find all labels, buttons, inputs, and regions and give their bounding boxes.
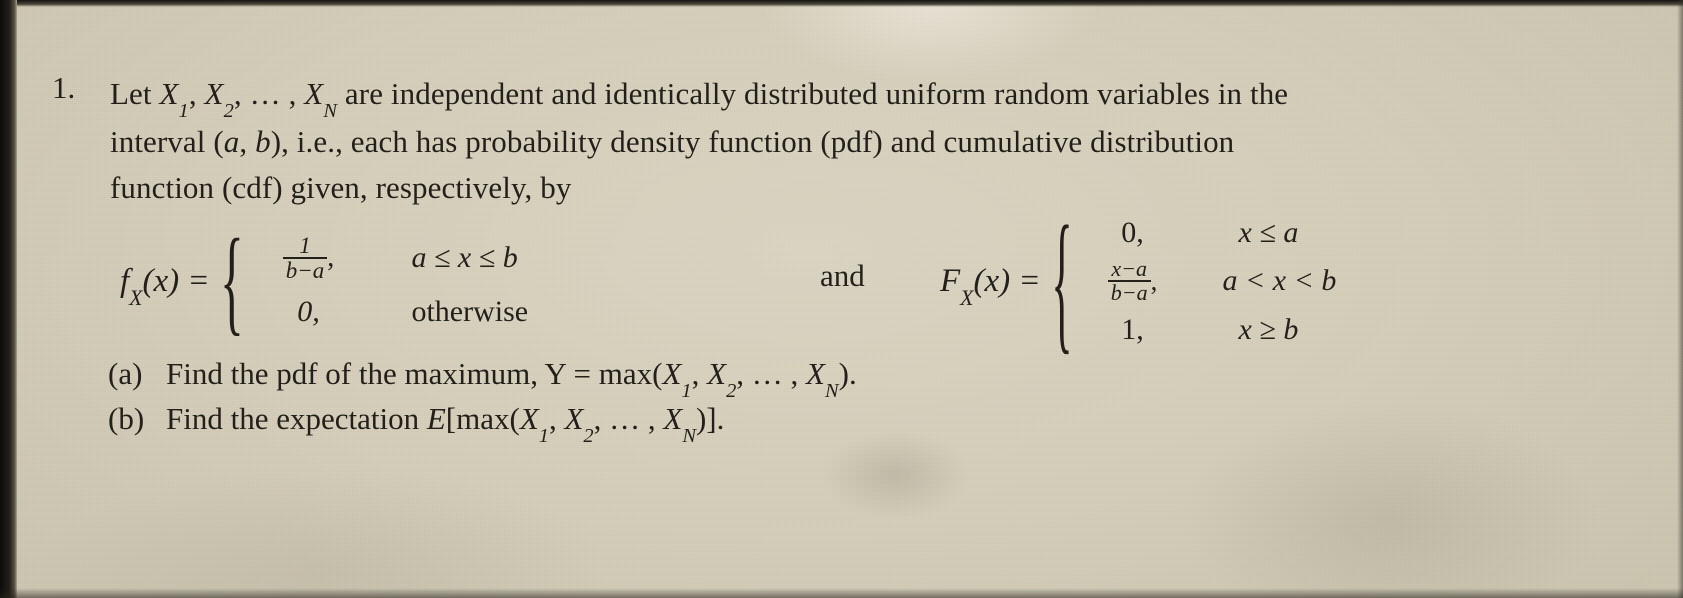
variable-x2: X: [204, 76, 224, 111]
photo-page: 1. Let X1, X2, … , XN are independent an…: [0, 0, 1683, 598]
subquestion-b: (b) Find the expectation E[max(X1, X2, … …: [108, 401, 725, 446]
variable-x2: X: [564, 401, 584, 436]
fraction-numerator: 1: [299, 233, 311, 258]
ellipsis: , … ,: [593, 401, 664, 436]
subscript-2: 2: [726, 379, 737, 402]
photo-edge-left: [0, 0, 17, 598]
fraction-one-over-b-minus-a: 1 b−a: [282, 233, 328, 283]
subquestion-a-label: (a): [108, 356, 143, 391]
cdf-case-comma-2: ,: [1150, 265, 1158, 296]
variable-b: b: [255, 124, 271, 159]
photo-edge-bottom: [0, 588, 1683, 598]
expectation-operator: E: [426, 401, 446, 436]
subquestion-a: (a) Find the pdf of the maximum, Y = max(…: [108, 356, 857, 401]
pdf-case-comma-1: ,: [327, 242, 335, 274]
problem-statement-line-1: Let X1, X2, … , XN are independent and i…: [110, 74, 1289, 121]
variable-x1: X: [159, 76, 179, 111]
cdf-equation: FX(x) = { 0, x ≤ a x−a b−a, a < x < b 1, …: [940, 194, 1439, 368]
subscript-n: N: [682, 424, 696, 447]
subscript-2: 2: [583, 424, 594, 447]
cdf-subscript-x: X: [960, 285, 974, 310]
fraction-x-minus-a-over-b-minus-a: x−a b−a: [1107, 256, 1151, 305]
subscript-n: N: [824, 379, 839, 402]
variable-a: a: [223, 124, 240, 159]
comma: ,: [548, 401, 565, 436]
comma: ,: [691, 356, 708, 391]
pdf-argument: (x) =: [142, 262, 210, 299]
fraction-numerator: x−a: [1111, 256, 1147, 281]
cdf-f-symbol: F: [940, 262, 961, 299]
pdf-case-value-1: 1 b−a,: [249, 234, 367, 283]
cdf-case-value-2: x−a b−a,: [1079, 256, 1187, 305]
prose-ellipsis: , … ,: [233, 76, 305, 111]
photo-edge-right: [1677, 0, 1683, 598]
subquestion-b-label: (b): [108, 401, 145, 436]
problem-content: 1. Let X1, X2, … , XN are independent an…: [0, 0, 1683, 598]
variable-x1: X: [662, 356, 682, 391]
cdf-case-value-1: 0,: [1121, 216, 1144, 249]
fraction-denominator: b−a: [282, 257, 328, 283]
cdf-case-row-1: 0, x ≤ a: [1079, 216, 1439, 250]
conjunction-and: and: [820, 258, 865, 293]
cdf-case-condition-2: a < x < b: [1222, 264, 1337, 298]
prose-comma: ,: [188, 76, 205, 111]
cdf-case-condition-3: x ≥ b: [1238, 312, 1299, 346]
cdf-argument: (x) =: [973, 262, 1041, 299]
pdf-case-value-2: 0,: [297, 294, 320, 328]
equation-row: fX(x) = { 1 b−a, a ≤ x ≤ b 0, otherwise a…: [120, 194, 1500, 368]
pdf-case-condition-2: otherwise: [411, 294, 529, 328]
subscript-1: 1: [681, 379, 692, 402]
cdf-cases: 0, x ≤ a x−a b−a, a < x < b 1, x ≥ b: [1079, 216, 1439, 347]
cdf-case-row-3: 1, x ≥ b: [1079, 313, 1439, 347]
prose-text-tail: are independent and identically distribu…: [337, 76, 1289, 111]
prose-text-tail: ), i.e., each has probability density fu…: [270, 124, 1235, 159]
subquestion-a-text-tail: ).: [838, 356, 857, 391]
subscript-1: 1: [538, 424, 549, 447]
ellipsis: , … ,: [736, 356, 807, 391]
pdf-f-symbol: f: [120, 262, 130, 299]
prose-text: interval (: [110, 124, 224, 159]
pdf-equation: fX(x) = { 1 b−a, a ≤ x ≤ b 0, otherwise: [120, 214, 651, 347]
prose-comma: ,: [239, 124, 256, 159]
variable-x1: X: [519, 401, 539, 436]
photo-edge-top: [0, 0, 1683, 7]
pdf-case-condition-1: a ≤ x ≤ b: [411, 241, 518, 275]
subquestion-b-text-tail: )].: [695, 401, 725, 436]
subscript-2: 2: [223, 99, 234, 122]
cdf-case-value-3: 1,: [1121, 312, 1144, 346]
subquestion-b-text-mid: [max(: [445, 401, 520, 436]
fraction-denominator: b−a: [1107, 280, 1151, 304]
cdf-case-row-2: x−a b−a, a < x < b: [1079, 256, 1439, 305]
subquestion-a-text: Find the pdf of the maximum, Y = max(: [166, 356, 663, 391]
cdf-case-condition-1: x ≤ a: [1238, 216, 1299, 249]
variable-xn: X: [663, 401, 683, 436]
pdf-lhs: fX(x) =: [120, 262, 210, 309]
pdf-subscript-x: X: [129, 285, 143, 310]
cdf-lhs: FX(x) =: [940, 262, 1041, 309]
variable-xn: X: [304, 76, 324, 111]
problem-statement-line-2: interval (a, b), i.e., each has probabil…: [110, 122, 1234, 162]
pdf-case-row-2: 0, otherwise: [249, 295, 651, 329]
variable-xn: X: [806, 356, 825, 391]
subscript-n: N: [323, 99, 338, 122]
prose-text: Let: [110, 76, 160, 111]
pdf-case-row-1: 1 b−a, a ≤ x ≤ b: [249, 234, 651, 283]
pdf-cases: 1 b−a, a ≤ x ≤ b 0, otherwise: [249, 234, 651, 329]
subquestion-b-text: Find the expectation: [166, 401, 427, 436]
variable-x2: X: [707, 356, 727, 391]
problem-number: 1.: [52, 70, 76, 105]
subscript-1: 1: [178, 99, 189, 122]
